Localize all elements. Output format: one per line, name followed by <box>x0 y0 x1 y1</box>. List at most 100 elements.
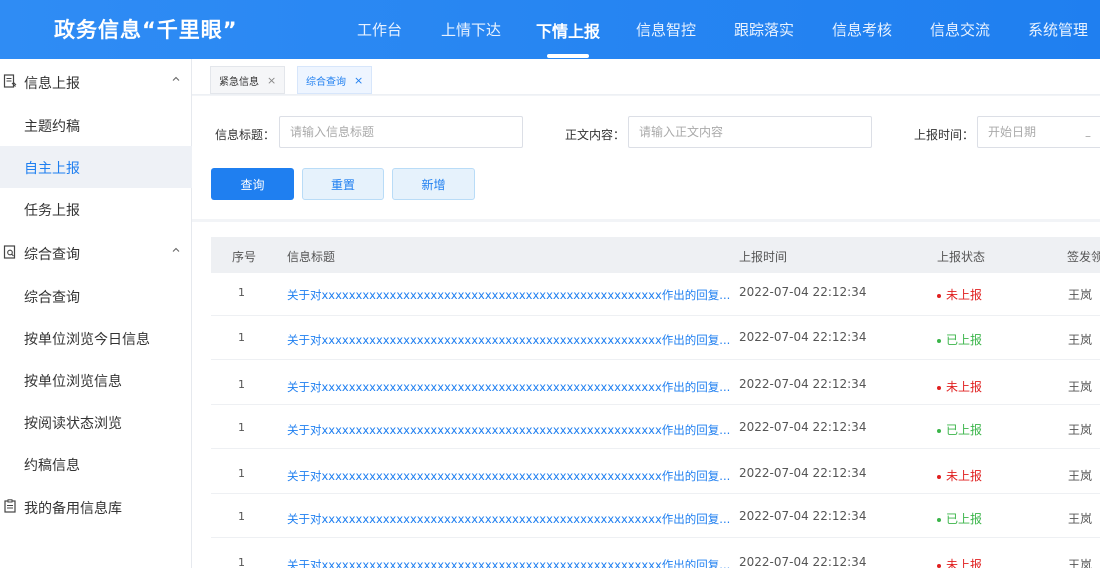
sidebar-item-unit-today[interactable]: 按单位浏览今日信息 <box>0 317 192 359</box>
row-signer: 王岚 <box>1068 512 1093 526</box>
sidebar-group-backup[interactable]: 我的备用信息库 <box>0 485 192 529</box>
row-title-link[interactable]: 关于对xxxxxxxxxxxxxxxxxxxxxxxxxxxxxxxxxxxxx… <box>287 511 730 527</box>
sidebar-item-general-query[interactable]: 综合查询 <box>0 275 192 317</box>
row-status: 已上报 <box>937 421 982 438</box>
row-signer: 王岚 <box>1068 558 1093 568</box>
table-header: 序号 信息标题 上报时间 上报状态 签发领 <box>211 237 1100 273</box>
table-panel: 序号 信息标题 上报时间 上报状态 签发领 1 关于对xxxxxxxxxxxxxx… <box>192 222 1100 568</box>
nav-item-top-down[interactable]: 上情下达 <box>441 19 501 40</box>
start-date-input[interactable] <box>977 116 1100 148</box>
sidebar-item-self-report[interactable]: 自主上报 <box>0 146 192 188</box>
tab-label: 紧急信息 <box>219 76 259 88</box>
sidebar-item-unit-browse[interactable]: 按单位浏览信息 <box>0 359 192 401</box>
nav-item-tracking[interactable]: 跟踪落实 <box>734 19 794 40</box>
add-button[interactable]: 新增 <box>392 168 475 200</box>
row-signer: 王岚 <box>1068 423 1093 437</box>
row-report-time: 2022-07-04 22:12:34 <box>739 555 867 568</box>
tab-general-query[interactable]: 综合查询 × <box>297 66 373 94</box>
row-status-label: 已上报 <box>946 512 983 526</box>
row-status-label: 未上报 <box>946 469 983 483</box>
sidebar-item-label: 约稿信息 <box>24 458 80 474</box>
row-signer: 王岚 <box>1068 469 1093 483</box>
row-title-link[interactable]: 关于对xxxxxxxxxxxxxxxxxxxxxxxxxxxxxxxxxxxxx… <box>287 422 730 438</box>
row-status-label: 已上报 <box>946 333 983 347</box>
nav-item-assessment[interactable]: 信息考核 <box>832 19 892 40</box>
chevron-up-icon <box>172 247 180 252</box>
body-search-input[interactable] <box>628 116 872 148</box>
app-title: 政务信息“千里眼” <box>54 18 238 42</box>
sidebar-group-label: 信息上报 <box>24 76 80 92</box>
sidebar-item-read-status[interactable]: 按阅读状态浏览 <box>0 401 192 443</box>
report-doc-icon <box>3 74 17 88</box>
body-field-label: 正文内容： <box>565 128 626 142</box>
sidebar-item-label: 主题约稿 <box>24 119 80 135</box>
sidebar-group-query[interactable]: 综合查询 <box>0 231 192 275</box>
time-field-label: 上报时间： <box>914 128 975 142</box>
row-signer: 王岚 <box>1068 333 1093 347</box>
table-row[interactable]: 1 关于对xxxxxxxxxxxxxxxxxxxxxxxxxxxxxxxxxxxx… <box>211 450 1100 494</box>
row-title-link[interactable]: 关于对xxxxxxxxxxxxxxxxxxxxxxxxxxxxxxxxxxxxx… <box>287 468 730 484</box>
row-report-time: 2022-07-04 22:12:34 <box>739 420 867 434</box>
nav-item-smart-control[interactable]: 信息智控 <box>636 19 696 40</box>
table-row[interactable]: 1 关于对xxxxxxxxxxxxxxxxxxxxxxxxxxxxxxxxxxxx… <box>211 272 1100 316</box>
table-row[interactable]: 1 关于对xxxxxxxxxxxxxxxxxxxxxxxxxxxxxxxxxxxx… <box>211 361 1100 405</box>
chevron-up-icon <box>172 76 180 81</box>
sidebar-group-label: 我的备用信息库 <box>24 501 122 517</box>
sidebar-item-draft-info[interactable]: 约稿信息 <box>0 443 192 485</box>
nav-item-system[interactable]: 系统管理 <box>1028 19 1088 40</box>
row-status: 未上报 <box>937 467 982 484</box>
status-dot-icon <box>937 517 941 522</box>
row-title-link[interactable]: 关于对xxxxxxxxxxxxxxxxxxxxxxxxxxxxxxxxxxxxx… <box>287 332 730 348</box>
table-row[interactable]: 1 关于对xxxxxxxxxxxxxxxxxxxxxxxxxxxxxxxxxxxx… <box>211 316 1100 360</box>
sidebar-item-label: 综合查询 <box>24 290 80 306</box>
status-dot-icon <box>937 338 941 343</box>
row-status: 已上报 <box>937 331 982 348</box>
sidebar-group-report[interactable]: 信息上报 <box>0 60 192 104</box>
nav-item-bottom-up[interactable]: 下情上报 <box>536 18 600 42</box>
table-row[interactable]: 1 关于对xxxxxxxxxxxxxxxxxxxxxxxxxxxxxxxxxxxx… <box>211 539 1100 568</box>
sidebar-item-task-report[interactable]: 任务上报 <box>0 188 192 230</box>
row-report-time: 2022-07-04 22:12:34 <box>739 377 867 391</box>
table-row[interactable]: 1 关于对xxxxxxxxxxxxxxxxxxxxxxxxxxxxxxxxxxxx… <box>211 494 1100 538</box>
close-icon[interactable]: × <box>354 74 363 87</box>
date-range-separator: – <box>1085 129 1091 143</box>
row-number: 1 <box>238 378 245 391</box>
row-status-label: 未上报 <box>946 288 983 302</box>
row-title-link[interactable]: 关于对xxxxxxxxxxxxxxxxxxxxxxxxxxxxxxxxxxxxx… <box>287 287 730 303</box>
row-signer: 王岚 <box>1068 380 1093 394</box>
tab-urgent-info[interactable]: 紧急信息 × <box>210 66 286 94</box>
column-header-signer: 签发领 <box>1067 250 1100 264</box>
close-icon[interactable]: × <box>267 74 276 87</box>
nav-item-exchange[interactable]: 信息交流 <box>930 19 990 40</box>
clipboard-icon <box>4 499 16 513</box>
row-report-time: 2022-07-04 22:12:34 <box>739 509 867 523</box>
row-status: 已上报 <box>937 510 982 527</box>
title-search-input[interactable] <box>279 116 523 148</box>
nav-active-indicator <box>547 54 589 58</box>
row-number: 1 <box>238 510 245 523</box>
row-status-label: 未上报 <box>946 558 983 568</box>
row-status: 未上报 <box>937 286 982 303</box>
row-number: 1 <box>238 421 245 434</box>
row-title-link[interactable]: 关于对xxxxxxxxxxxxxxxxxxxxxxxxxxxxxxxxxxxxx… <box>287 557 730 568</box>
query-button[interactable]: 查询 <box>211 168 294 200</box>
search-doc-icon <box>3 245 16 259</box>
sidebar-item-topic-draft[interactable]: 主题约稿 <box>0 104 192 146</box>
row-number: 1 <box>238 286 245 299</box>
nav-item-workbench[interactable]: 工作台 <box>357 19 402 40</box>
row-title-link[interactable]: 关于对xxxxxxxxxxxxxxxxxxxxxxxxxxxxxxxxxxxxx… <box>287 379 730 395</box>
row-status: 未上报 <box>937 378 982 395</box>
row-number: 1 <box>238 331 245 344</box>
top-header: 政务信息“千里眼” 工作台 上情下达 下情上报 信息智控 跟踪落实 信息考核 信… <box>0 0 1100 59</box>
status-dot-icon <box>937 474 941 479</box>
column-header-title: 信息标题 <box>287 250 336 264</box>
table-row[interactable]: 1 关于对xxxxxxxxxxxxxxxxxxxxxxxxxxxxxxxxxxxx… <box>211 405 1100 449</box>
row-number: 1 <box>238 556 245 568</box>
row-number: 1 <box>238 467 245 480</box>
status-dot-icon <box>937 428 941 433</box>
search-panel: 信息标题： 正文内容： 上报时间： – 查询 重置 新增 <box>192 96 1100 219</box>
sidebar-item-label: 按单位浏览今日信息 <box>24 332 150 348</box>
reset-button[interactable]: 重置 <box>302 168 384 200</box>
tab-bar: 紧急信息 × 综合查询 × <box>192 59 1100 95</box>
sidebar-item-label: 任务上报 <box>24 203 80 219</box>
